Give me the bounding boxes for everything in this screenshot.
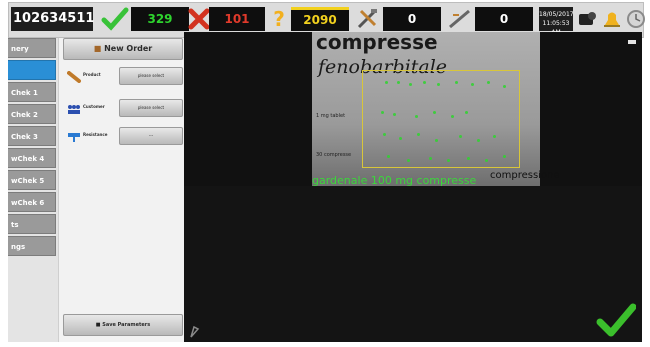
resistance-icon: [67, 128, 81, 142]
pen-icon[interactable]: [188, 324, 202, 338]
new-order-button[interactable]: ■ New Order: [63, 38, 183, 60]
clock-icon[interactable]: [625, 8, 647, 30]
save-parameters-label: Save Parameters: [102, 322, 151, 328]
image-text-line1: compresse: [316, 32, 438, 54]
tab-settings[interactable]: ngs: [8, 236, 56, 256]
captured-image: compresse fenobarbitale 1 mg tablet 30 c…: [312, 32, 560, 186]
order-panel: ■ New Order Product please select Custom…: [58, 38, 185, 342]
image-text-line4: 30 compresse: [316, 152, 352, 158]
good-count: 329: [131, 7, 189, 31]
tab-check-1[interactable]: Chek 1: [8, 82, 56, 102]
camera-icon[interactable]: [577, 8, 599, 30]
tab-check-2[interactable]: Chek 2: [8, 104, 56, 124]
new-order-label: New Order: [104, 44, 153, 53]
alarm-bell-icon[interactable]: [601, 8, 623, 30]
tab-check-3[interactable]: Chek 3: [8, 126, 56, 146]
tab-machinery[interactable]: nery: [8, 38, 56, 58]
image-text-line5: compressione: [490, 170, 560, 181]
question-icon: ?: [273, 7, 285, 31]
counter-a: 0: [383, 7, 441, 31]
counter-b: 0: [475, 7, 533, 31]
resistance-label: Resistance: [83, 132, 108, 137]
measure-icon[interactable]: [447, 7, 473, 31]
product-label: Product: [83, 72, 101, 77]
tab-check-6[interactable]: wChek 6: [8, 192, 56, 212]
customer-label: Customer: [83, 104, 105, 109]
pass-check-icon: [596, 302, 637, 338]
save-parameters-button[interactable]: ■ Save Parameters: [63, 314, 183, 336]
reject-icon: [187, 7, 211, 31]
customer-icon: [67, 100, 81, 114]
serial-number: 102634511: [11, 7, 94, 31]
image-text-line3: 1 mg tablet: [316, 113, 346, 119]
inspection-roi[interactable]: [362, 70, 520, 168]
unknown-count: 2090: [291, 7, 349, 31]
tools-icon[interactable]: [355, 7, 381, 31]
reject-count: 101: [209, 7, 265, 31]
camera-secondary-view: [184, 186, 642, 342]
camera-view: compresse fenobarbitale 1 mg tablet 30 c…: [184, 32, 642, 186]
customer-select[interactable]: please select: [119, 99, 183, 117]
product-select[interactable]: please select: [119, 67, 183, 85]
tab-results[interactable]: ts: [8, 214, 56, 234]
tab-check-5[interactable]: wChek 5: [8, 170, 56, 190]
left-tab-column: nery Chek 1 Chek 2 Chek 3 wChek 4 wChek …: [8, 38, 58, 342]
product-icon: [67, 68, 81, 83]
recognized-text: gardenale 100 mg compresse: [312, 174, 477, 186]
view-toggle-icon[interactable]: [628, 40, 636, 44]
datetime-display: 18/05/2017 11:05:53 AM: [539, 7, 574, 36]
tab-check-4[interactable]: wChek 4: [8, 148, 56, 168]
order-icon: ■: [93, 44, 105, 53]
tab-active[interactable]: [8, 60, 56, 80]
check-icon: [101, 7, 129, 31]
date-text: 18/05/2017: [539, 11, 574, 18]
resistance-select[interactable]: ---: [119, 127, 183, 145]
